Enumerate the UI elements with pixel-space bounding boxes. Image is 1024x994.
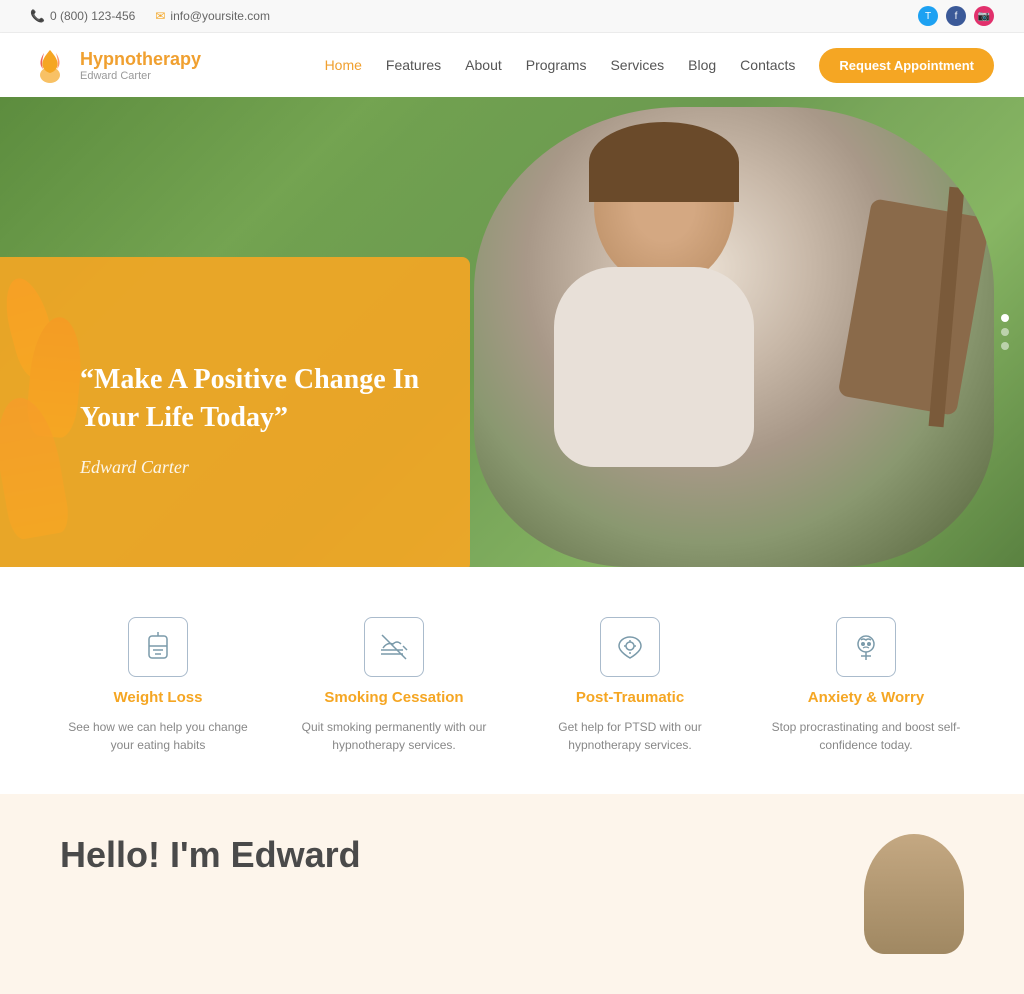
email-address: info@yoursite.com xyxy=(170,9,270,23)
phone-number: 0 (800) 123-456 xyxy=(50,9,135,23)
person-area xyxy=(474,107,994,567)
phone-icon: 📞 xyxy=(30,9,45,23)
ptsd-desc: Get help for PTSD with our hypnotherapy … xyxy=(530,718,730,754)
services-section: Weight Loss See how we can help you chan… xyxy=(0,567,1024,794)
smoking-icon xyxy=(364,617,424,677)
hello-person-image xyxy=(864,834,964,954)
slide-dot-2[interactable] xyxy=(1001,328,1009,336)
logo-text: Hypnotherapy Edward Carter xyxy=(80,49,201,82)
service-ptsd: Post-Traumatic Get help for PTSD with ou… xyxy=(530,617,730,754)
email-info: ✉ info@yoursite.com xyxy=(155,9,270,23)
slide-dot-1[interactable] xyxy=(1001,314,1009,322)
weight-loss-title: Weight Loss xyxy=(114,689,203,706)
twitter-icon[interactable]: T xyxy=(918,6,938,26)
nav-contacts[interactable]: Contacts xyxy=(740,57,795,73)
email-icon: ✉ xyxy=(155,9,165,23)
anxiety-title: Anxiety & Worry xyxy=(808,689,924,706)
request-appointment-button[interactable]: Request Appointment xyxy=(819,48,994,83)
service-anxiety: Anxiety & Worry Stop procrastinating and… xyxy=(766,617,966,754)
phone-info: 📞 0 (800) 123-456 xyxy=(30,9,135,23)
anxiety-icon xyxy=(836,617,896,677)
top-bar-contact: 📞 0 (800) 123-456 ✉ info@yoursite.com xyxy=(30,9,270,23)
service-smoking: Smoking Cessation Quit smoking permanent… xyxy=(294,617,494,754)
smoking-desc: Quit smoking permanently with our hypnot… xyxy=(294,718,494,754)
nav-about[interactable]: About xyxy=(465,57,502,73)
ptsd-title: Post-Traumatic xyxy=(576,689,684,706)
logo-subtitle: Edward Carter xyxy=(80,70,201,82)
anxiety-desc: Stop procrastinating and boost self-conf… xyxy=(766,718,966,754)
nav-features[interactable]: Features xyxy=(386,57,441,73)
top-bar: 📞 0 (800) 123-456 ✉ info@yoursite.com T … xyxy=(0,0,1024,33)
instagram-icon[interactable]: 📷 xyxy=(974,6,994,26)
service-weight-loss: Weight Loss See how we can help you chan… xyxy=(58,617,258,754)
header: Hypnotherapy Edward Carter Home Features… xyxy=(0,33,1024,97)
ptsd-icon xyxy=(600,617,660,677)
nav-programs[interactable]: Programs xyxy=(526,57,587,73)
main-nav: Home Features About Programs Services Bl… xyxy=(325,48,994,83)
logo[interactable]: Hypnotherapy Edward Carter xyxy=(30,45,201,85)
hello-title: Hello! I'm Edward xyxy=(60,834,824,876)
hero-author: Edward Carter xyxy=(80,457,420,478)
hello-section: Hello! I'm Edward xyxy=(0,794,1024,994)
hero-overlay: “Make A Positive Change In Your Life Tod… xyxy=(0,257,470,567)
nav-blog[interactable]: Blog xyxy=(688,57,716,73)
hero-section: “Make A Positive Change In Your Life Tod… xyxy=(0,97,1024,567)
logo-title: Hypnotherapy xyxy=(80,49,201,70)
logo-icon xyxy=(30,45,70,85)
smoking-title: Smoking Cessation xyxy=(324,689,463,706)
weight-loss-icon xyxy=(128,617,188,677)
facebook-icon[interactable]: f xyxy=(946,6,966,26)
weight-loss-desc: See how we can help you change your eati… xyxy=(58,718,258,754)
hero-quote: “Make A Positive Change In Your Life Tod… xyxy=(80,361,420,437)
hello-text-area: Hello! I'm Edward xyxy=(60,834,824,876)
nav-services[interactable]: Services xyxy=(610,57,664,73)
slide-dot-3[interactable] xyxy=(1001,342,1009,350)
slider-dots[interactable] xyxy=(1001,314,1009,350)
nav-home[interactable]: Home xyxy=(325,57,362,73)
social-links: T f 📷 xyxy=(918,6,994,26)
